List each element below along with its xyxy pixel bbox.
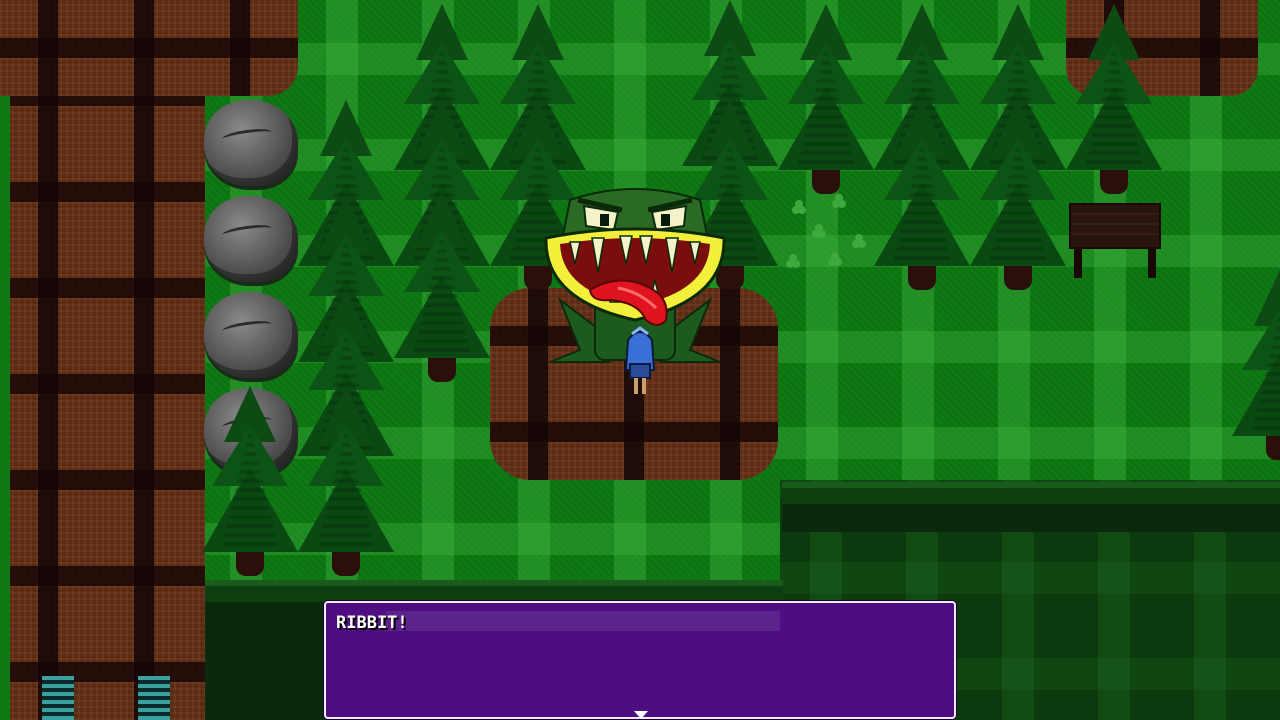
clover-patch bbox=[786, 194, 866, 268]
boulder bbox=[204, 196, 298, 282]
pine-tree bbox=[298, 386, 394, 576]
dialog-highlight bbox=[386, 611, 780, 631]
dirt-path-left bbox=[0, 0, 205, 720]
dialog-box[interactable]: RIBBIT! bbox=[324, 601, 956, 719]
boulder bbox=[204, 100, 298, 186]
pine-tree bbox=[202, 386, 298, 576]
path-edge-left bbox=[0, 96, 10, 720]
triangle-down-icon[interactable] bbox=[634, 711, 648, 719]
dirt-top-left bbox=[0, 0, 298, 96]
pine-tree bbox=[1232, 270, 1280, 460]
game-scene: RIBBIT! bbox=[0, 0, 1280, 720]
stairs-right bbox=[138, 676, 170, 720]
pine-tree bbox=[970, 100, 1066, 290]
boulder bbox=[204, 292, 298, 378]
player-character[interactable] bbox=[622, 324, 658, 396]
pine-tree bbox=[778, 4, 874, 194]
pine-tree bbox=[1066, 4, 1162, 194]
ledge-right bbox=[782, 482, 1280, 532]
pine-tree bbox=[394, 192, 490, 382]
pine-tree bbox=[874, 100, 970, 290]
wooden-bench[interactable] bbox=[1068, 200, 1162, 280]
stairs-left bbox=[42, 676, 74, 720]
dialog-text: RIBBIT! bbox=[336, 613, 408, 633]
